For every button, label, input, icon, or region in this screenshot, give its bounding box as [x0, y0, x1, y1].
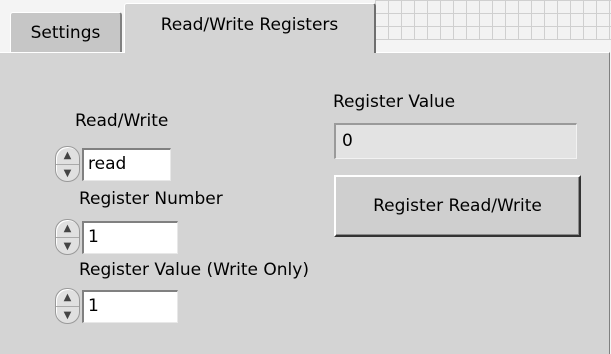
read-write-field[interactable]: read — [82, 148, 171, 181]
block-diagram-grid — [375, 0, 611, 40]
register-value-write-spinner[interactable]: ▲ ▼ — [55, 288, 80, 324]
register-value-label: Register Value — [333, 92, 456, 112]
decrement-icon[interactable]: ▼ — [56, 306, 79, 324]
read-write-spinner[interactable]: ▲ ▼ — [55, 146, 80, 182]
increment-icon[interactable]: ▲ — [56, 147, 79, 164]
tab-settings[interactable]: Settings — [10, 12, 122, 52]
increment-icon[interactable]: ▲ — [56, 220, 79, 237]
register-value-indicator: 0 — [334, 123, 577, 159]
tab-read-write-registers-label: Read/Write Registers — [160, 15, 339, 35]
decrement-icon[interactable]: ▼ — [56, 164, 79, 182]
decrement-icon[interactable]: ▼ — [56, 237, 79, 255]
register-number-field[interactable]: 1 — [82, 221, 178, 254]
register-number-spinner[interactable]: ▲ ▼ — [55, 219, 80, 255]
register-value-write-field[interactable]: 1 — [82, 290, 178, 323]
register-number-label: Register Number — [79, 189, 223, 209]
increment-icon[interactable]: ▲ — [56, 289, 79, 306]
tab-settings-label: Settings — [30, 22, 101, 43]
tab-read-write-registers[interactable]: Read/Write Registers — [124, 3, 376, 53]
register-value-write-label: Register Value (Write Only) — [79, 260, 309, 280]
register-read-write-button[interactable]: Register Read/Write — [334, 175, 581, 237]
read-write-label: Read/Write — [75, 111, 169, 131]
